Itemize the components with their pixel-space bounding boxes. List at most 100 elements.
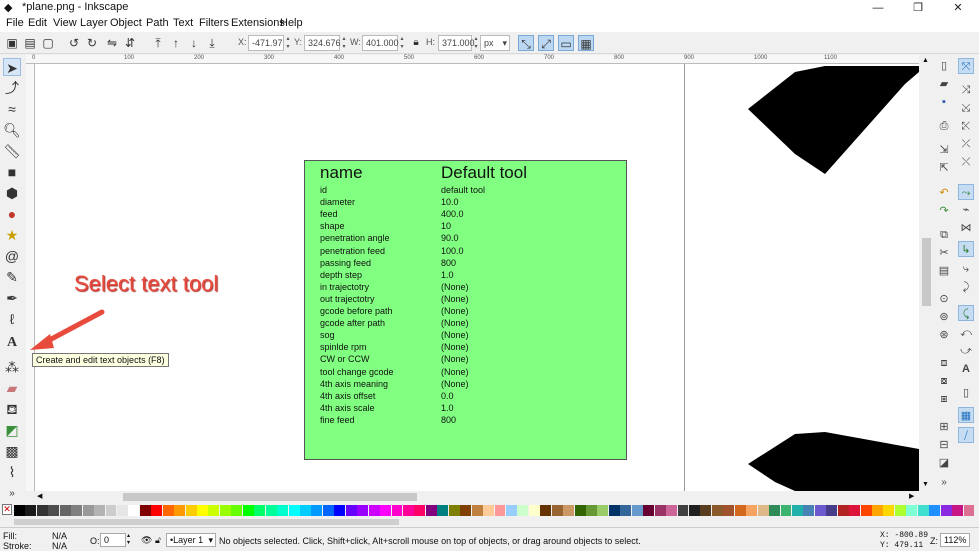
snap-guide-icon[interactable]: ⧸ [958,427,974,443]
color-swatch[interactable] [677,505,689,516]
color-swatch[interactable] [265,505,277,516]
select-all-layers-icon[interactable]: ▤ [22,35,38,51]
zoom-field[interactable]: 112% [940,533,970,547]
color-swatch[interactable] [197,505,208,516]
color-swatch[interactable] [586,505,597,516]
color-swatch[interactable] [277,505,289,516]
color-swatch[interactable] [174,505,186,516]
color-swatch[interactable] [666,505,678,516]
flip-vertical-icon[interactable]: ⇵ [122,35,138,51]
color-swatch[interactable] [391,505,403,516]
close-button[interactable]: ✕ [938,0,978,16]
color-swatch[interactable] [254,505,266,516]
print-icon[interactable]: ⎙ [936,118,952,134]
color-swatch[interactable] [139,505,151,516]
y-spinner[interactable]: ▴ ▾ [340,35,348,51]
color-swatch[interactable] [643,505,655,516]
visibility-icon[interactable]: 👁︎ [141,535,152,546]
color-swatch[interactable] [563,505,575,516]
unlink-clone-icon[interactable]: ⧆ [936,391,952,407]
select-all-icon[interactable]: ▣ [4,35,20,51]
color-swatch[interactable] [746,505,758,516]
snap-bbox-corner-icon[interactable]: ⤪ [958,118,974,134]
redo-icon[interactable]: ↷ [936,203,952,219]
scroll-up-icon[interactable]: ▲ [922,57,929,64]
color-swatch[interactable] [734,505,746,516]
color-swatch[interactable] [540,505,552,516]
minimize-button[interactable]: — [858,0,898,16]
zoom-page-icon[interactable]: ⊛ [936,327,952,343]
color-swatch[interactable] [425,505,437,516]
opacity-spinner[interactable]: ▴ ▾ [127,533,130,547]
palette-scrollbar[interactable] [0,517,979,526]
export-icon[interactable]: ⇱ [936,160,952,176]
pencil-tool-icon[interactable]: ✎ [3,268,21,286]
dropper-tool-icon[interactable]: ⌇ [3,463,21,481]
color-swatch[interactable] [872,505,883,516]
duplicate-icon[interactable]: ⧈ [936,355,952,371]
color-swatch[interactable] [59,505,71,516]
color-swatch[interactable] [849,505,861,516]
menu-path[interactable]: Path [146,17,169,29]
color-swatch[interactable] [940,505,952,516]
color-swatch[interactable] [929,505,941,516]
color-swatch[interactable] [654,505,666,516]
lower-icon[interactable]: ↓ [186,35,202,51]
save-icon[interactable]: ▪ [936,94,952,110]
x-spinner[interactable]: ▴ ▾ [284,35,292,51]
color-swatch[interactable] [300,505,311,516]
color-swatch[interactable] [814,505,826,516]
color-swatch[interactable] [71,505,83,516]
snap-object-centers-icon[interactable]: ⤺ [958,325,974,341]
menu-extensions[interactable]: Extensions [231,17,285,29]
opacity-field[interactable]: 0 [100,533,126,547]
color-swatch[interactable] [780,505,792,516]
group-icon[interactable]: ⊞ [936,419,952,435]
color-swatch[interactable] [48,505,60,516]
no-paint-swatch[interactable]: ✕ [2,504,12,515]
move-patterns-icon[interactable]: ▦ [578,35,594,51]
mesh-tool-icon[interactable]: ▩ [3,442,21,460]
color-swatch[interactable] [837,505,849,516]
scale-stroke-icon[interactable]: ⤡ [518,35,534,51]
snap-bbox-edge-icon[interactable]: ⤩ [958,100,974,116]
cut-icon[interactable]: ✂ [936,245,952,261]
color-swatch[interactable] [322,505,334,516]
open-icon[interactable]: ▰ [936,76,952,92]
color-swatch[interactable] [608,505,620,516]
snap-rotation-center-icon[interactable]: ⤻ [958,343,974,359]
ungroup-icon[interactable]: ⊟ [936,437,952,453]
selector-tool-icon[interactable]: ➤ [3,58,21,76]
zoom-drawing-icon[interactable]: ⊚ [936,309,952,325]
menu-edit[interactable]: Edit [28,17,47,29]
color-swatch[interactable] [803,505,815,516]
rectangle-tool-icon[interactable]: ■ [3,163,21,181]
color-swatch[interactable] [288,505,300,516]
color-swatch[interactable] [25,505,37,516]
color-swatch[interactable] [116,505,128,516]
measure-tool-icon[interactable]: 📏︎ [3,142,21,160]
color-swatch[interactable] [368,505,380,516]
color-swatch[interactable] [460,505,472,516]
maximize-button[interactable]: ❐ [898,0,938,16]
color-swatch[interactable] [483,505,494,516]
copy-icon[interactable]: ⧉ [936,227,952,243]
horizontal-scrollbar[interactable]: ◀ ▶ [35,491,919,503]
color-swatch[interactable] [757,505,769,516]
color-swatch[interactable] [791,505,803,516]
menu-text[interactable]: Text [173,17,193,29]
color-swatch[interactable] [334,505,346,516]
snap-path-intersection-icon[interactable]: ⋈ [958,220,974,236]
h-field[interactable]: 371.000 [438,35,475,51]
snap-page-border-icon[interactable]: ▯ [958,385,974,401]
eraser-tool-icon[interactable]: ▰ [3,379,21,397]
color-swatch[interactable] [219,505,231,516]
color-swatch[interactable] [551,505,563,516]
zoom-selection-icon[interactable]: ⊙ [936,291,952,307]
scroll-right-icon[interactable]: ▶ [909,492,914,500]
menu-view[interactable]: View [53,17,77,29]
raise-icon[interactable]: ↑ [168,35,184,51]
paste-icon[interactable]: ▤ [936,263,952,279]
horizontal-scroll-thumb[interactable] [123,493,417,501]
menu-file[interactable]: File [6,17,24,29]
